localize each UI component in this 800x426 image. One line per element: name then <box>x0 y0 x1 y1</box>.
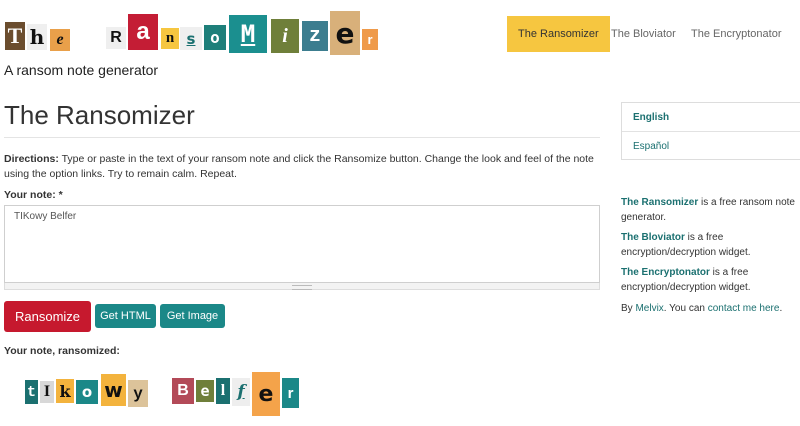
out-letter-r: r <box>282 378 299 408</box>
out-letter-e: e <box>196 380 214 402</box>
out-letter-i: I <box>40 381 54 403</box>
directions-body: Type or paste in the text of your ransom… <box>4 153 594 180</box>
logo-letter-e: e <box>50 29 70 51</box>
blurb-bloviator-link[interactable]: The Bloviator <box>621 232 685 243</box>
language-divider <box>622 131 800 132</box>
out-letter-e2: e <box>252 372 280 416</box>
logo-letter-t: T <box>5 22 25 50</box>
out-letter-y: y <box>128 380 148 407</box>
author-link[interactable]: Melvix <box>635 303 663 314</box>
out-letter-k: k <box>56 379 74 403</box>
language-espanol[interactable]: Español <box>633 141 669 152</box>
note-label: Your note: * <box>4 189 63 201</box>
directions-label: Directions: <box>4 153 59 165</box>
logo-letter-r: R <box>106 27 126 49</box>
out-letter-f: f <box>232 378 250 406</box>
blurb-ransomizer-link[interactable]: The Ransomizer <box>621 197 698 208</box>
nav-ransomizer[interactable]: The Ransomizer <box>507 16 610 52</box>
credit-by: By <box>621 303 636 314</box>
site-logo[interactable]: T h e R a n s o M i z e r <box>0 0 390 60</box>
logo-letter-m: M <box>229 15 267 53</box>
nav-bloviator[interactable]: The Bloviator <box>600 16 687 52</box>
credit-line: By Melvix. You can contact me here. <box>621 301 800 316</box>
contact-link[interactable]: contact me here <box>708 303 780 314</box>
blurb-encryptonator: The Encryptonator is a free encryption/d… <box>621 265 799 295</box>
ransomized-output: t I k o w y B e l f e r <box>0 360 320 420</box>
title-divider <box>4 137 600 138</box>
directions-text: Directions: Type or paste in the text of… <box>4 152 602 182</box>
language-english[interactable]: English <box>633 112 669 123</box>
note-textarea[interactable]: TIKowy Belfer <box>4 205 600 283</box>
logo-letter-o: o <box>204 25 226 50</box>
nav-encryptonator[interactable]: The Encryptonator <box>680 16 793 52</box>
out-letter-t: t <box>25 380 38 404</box>
blurb-bloviator: The Bloviator is a free encryption/decry… <box>621 230 799 260</box>
site-tagline: A ransom note generator <box>4 62 159 78</box>
out-letter-l: l <box>216 378 230 404</box>
logo-letter-z: z <box>302 21 328 51</box>
logo-letter-a: a <box>128 14 158 50</box>
language-panel: English Español <box>621 102 800 160</box>
grip-icon <box>292 285 312 290</box>
out-letter-w: w <box>101 374 126 406</box>
credit-mid: . You can <box>663 303 708 314</box>
logo-letter-i: i <box>271 19 299 53</box>
out-letter-o: o <box>76 380 98 404</box>
blurb-encryptonator-link[interactable]: The Encryptonator <box>621 267 710 278</box>
output-label: Your note, ransomized: <box>4 345 120 357</box>
ransomize-button[interactable]: Ransomize <box>4 301 91 332</box>
logo-letter-s: s <box>180 27 202 50</box>
blurb-ransomizer: The Ransomizer is a free ransom note gen… <box>621 195 799 225</box>
page-title: The Ransomizer <box>4 100 195 130</box>
get-image-button[interactable]: Get Image <box>160 304 225 328</box>
out-letter-b: B <box>172 378 194 404</box>
logo-letter-e2: e <box>330 11 360 55</box>
get-html-button[interactable]: Get HTML <box>95 304 156 328</box>
credit-end: . <box>779 303 783 314</box>
logo-letter-n: n <box>161 28 179 49</box>
logo-letter-h: h <box>27 24 47 50</box>
logo-letter-r2: r <box>362 29 378 50</box>
